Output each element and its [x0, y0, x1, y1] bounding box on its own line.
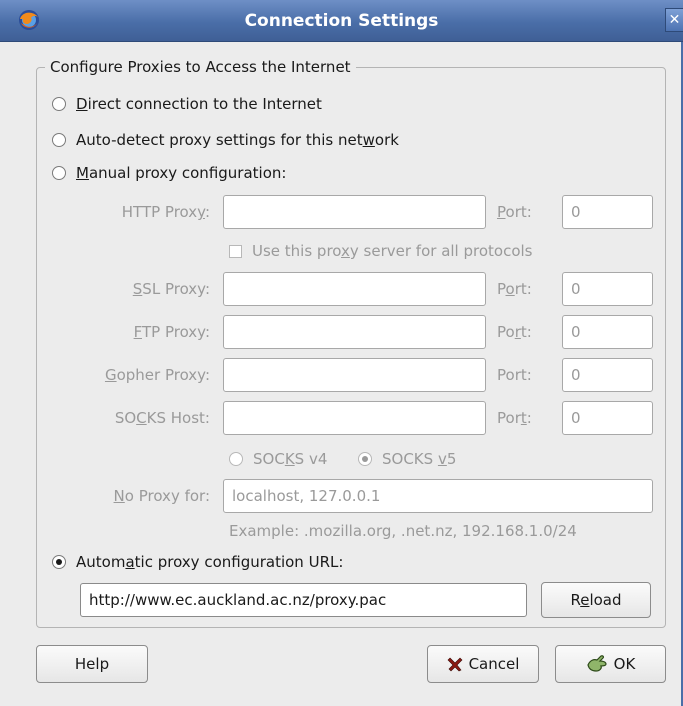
- gopher-proxy-label: Gopher Proxy:: [104, 366, 210, 384]
- socks-host-input[interactable]: [223, 401, 486, 435]
- http-proxy-input[interactable]: [223, 195, 486, 229]
- socks-port-input[interactable]: 0: [562, 401, 653, 435]
- socks-port-label: Port:: [497, 409, 532, 427]
- radio-socks-v5[interactable]: SOCKS v5: [358, 448, 456, 470]
- ok-label: OK: [613, 655, 636, 673]
- radio-socks-v4-label: SOCKS v4: [253, 450, 328, 468]
- ftp-proxy-input[interactable]: [223, 315, 486, 349]
- ssl-port-label: Port:: [497, 280, 532, 298]
- no-proxy-input[interactable]: localhost, 127.0.0.1: [223, 479, 653, 513]
- ssl-port-input[interactable]: 0: [562, 272, 653, 306]
- ftp-port-input[interactable]: 0: [562, 315, 653, 349]
- autourl-input[interactable]: http://www.ec.auckland.ac.nz/proxy.pac: [80, 583, 527, 617]
- radio-autodetect-indicator[interactable]: [52, 133, 66, 147]
- use-for-all-label: Use this proxy server for all protocols: [252, 242, 533, 260]
- cancel-x-icon: [447, 656, 463, 672]
- radio-autodetect-label: Auto-detect proxy settings for this netw…: [76, 131, 399, 149]
- ftp-proxy-label: FTP Proxy:: [133, 323, 210, 341]
- radio-socks-v5-label: SOCKS v5: [382, 450, 457, 468]
- radio-manual-label: Manual proxy configuration:: [76, 164, 287, 182]
- close-icon[interactable]: ✕: [665, 8, 683, 32]
- ok-button[interactable]: OK: [555, 645, 666, 683]
- radio-direct-indicator[interactable]: [52, 97, 66, 111]
- http-port-label: Port:: [497, 203, 532, 221]
- http-proxy-label: HTTP Proxy:: [121, 203, 210, 221]
- cancel-label: Cancel: [468, 655, 520, 673]
- radio-autourl-label: Automatic proxy configuration URL:: [76, 553, 344, 571]
- proxy-group-legend: Configure Proxies to Access the Internet: [50, 58, 351, 76]
- ok-hand-icon: [586, 654, 608, 674]
- title-bar: Connection Settings ✕: [0, 0, 683, 42]
- radio-manual-indicator[interactable]: [52, 166, 66, 180]
- radio-autourl-indicator[interactable]: [52, 555, 66, 569]
- ftp-port-label: Port:: [497, 323, 532, 341]
- use-for-all-checkbox[interactable]: Use this proxy server for all protocols: [229, 241, 533, 261]
- no-proxy-example: Example: .mozilla.org, .net.nz, 192.168.…: [229, 522, 577, 540]
- reload-button[interactable]: Reload: [541, 582, 651, 618]
- help-label: Help: [74, 655, 110, 673]
- radio-manual[interactable]: Manual proxy configuration:: [52, 162, 286, 184]
- radio-socks-v4-indicator[interactable]: [229, 452, 243, 466]
- no-proxy-label: No Proxy for:: [113, 487, 210, 505]
- radio-autourl[interactable]: Automatic proxy configuration URL:: [52, 551, 343, 573]
- radio-socks-v4[interactable]: SOCKS v4: [229, 448, 327, 470]
- gopher-port-label: Port:: [497, 366, 532, 384]
- use-for-all-box[interactable]: [229, 244, 242, 258]
- gopher-proxy-input[interactable]: [223, 358, 486, 392]
- reload-label: Reload: [570, 591, 622, 609]
- cancel-button[interactable]: Cancel: [427, 645, 539, 683]
- ssl-proxy-input[interactable]: [223, 272, 486, 306]
- radio-autodetect[interactable]: Auto-detect proxy settings for this netw…: [52, 129, 399, 151]
- ssl-proxy-label: SSL Proxy:: [132, 280, 210, 298]
- help-button[interactable]: Help: [36, 645, 148, 683]
- gopher-port-input[interactable]: 0: [562, 358, 653, 392]
- socks-host-label: SOCKS Host:: [114, 409, 210, 427]
- radio-socks-v5-indicator[interactable]: [358, 452, 372, 466]
- http-port-input[interactable]: 0: [562, 195, 653, 229]
- window-title: Connection Settings: [244, 11, 439, 31]
- radio-direct[interactable]: Direct connection to the Internet: [52, 93, 322, 115]
- radio-direct-label: Direct connection to the Internet: [76, 95, 322, 113]
